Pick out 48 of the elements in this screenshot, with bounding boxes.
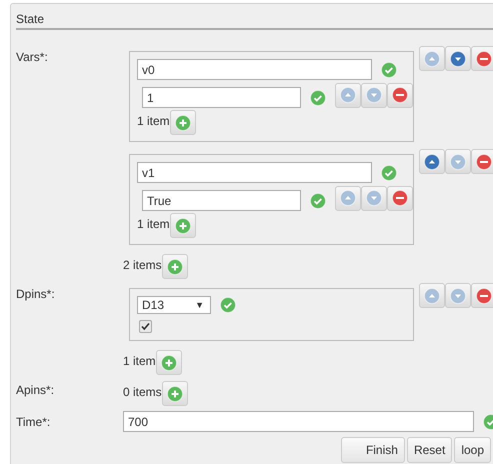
remove-button[interactable] xyxy=(387,82,413,108)
plus-icon xyxy=(174,218,191,234)
item-count: 1 item xyxy=(137,216,170,231)
plus-icon xyxy=(160,354,177,370)
plus-icon xyxy=(174,114,191,130)
action-button[interactable]: Reset xyxy=(406,437,452,463)
add-button[interactable] xyxy=(170,213,196,238)
panel-title: State xyxy=(16,10,493,30)
add-button[interactable] xyxy=(162,254,188,279)
plus-icon xyxy=(166,386,183,402)
check-icon xyxy=(381,164,397,180)
add-button[interactable] xyxy=(156,350,182,375)
remove-button[interactable] xyxy=(471,149,493,174)
add-button[interactable] xyxy=(170,110,196,135)
minus-icon xyxy=(476,154,492,170)
field-label: Apins*: xyxy=(16,382,56,399)
text-field[interactable]: 1 xyxy=(142,87,301,108)
action-button[interactable]: loop xyxy=(454,437,491,463)
minus-icon xyxy=(476,288,492,304)
item-count: 1 item xyxy=(137,113,170,128)
field-label: Time*: xyxy=(16,414,52,431)
text-field[interactable]: v1 xyxy=(137,162,372,183)
field-label: Vars*: xyxy=(16,49,49,66)
check-icon xyxy=(381,62,397,78)
item-count: 1 item xyxy=(123,353,156,368)
move-down-button[interactable] xyxy=(445,46,471,71)
minus-icon xyxy=(392,190,408,206)
check-icon xyxy=(310,90,326,106)
remove-button[interactable] xyxy=(471,283,493,308)
checkbox[interactable] xyxy=(139,320,152,333)
action-button[interactable]: Finish xyxy=(340,437,405,463)
text-field[interactable]: 700 xyxy=(123,411,474,432)
remove-button[interactable] xyxy=(471,46,493,71)
minus-icon xyxy=(392,87,408,103)
minus-icon xyxy=(476,50,492,66)
check-icon xyxy=(310,192,326,208)
item-count: 0 items xyxy=(123,384,162,399)
checkmark-icon xyxy=(141,322,150,331)
remove-button[interactable] xyxy=(387,186,413,210)
text-field[interactable]: v0 xyxy=(137,59,372,80)
text-field[interactable]: True xyxy=(142,190,301,211)
plus-icon xyxy=(166,258,183,274)
check-icon xyxy=(220,297,236,313)
item-count: 2 items xyxy=(123,257,162,272)
pin-dropdown[interactable]: D13 ▼ xyxy=(137,296,211,314)
field-label: Dpins*: xyxy=(16,286,56,303)
move-up-button[interactable] xyxy=(419,149,445,174)
add-button[interactable] xyxy=(162,381,188,406)
